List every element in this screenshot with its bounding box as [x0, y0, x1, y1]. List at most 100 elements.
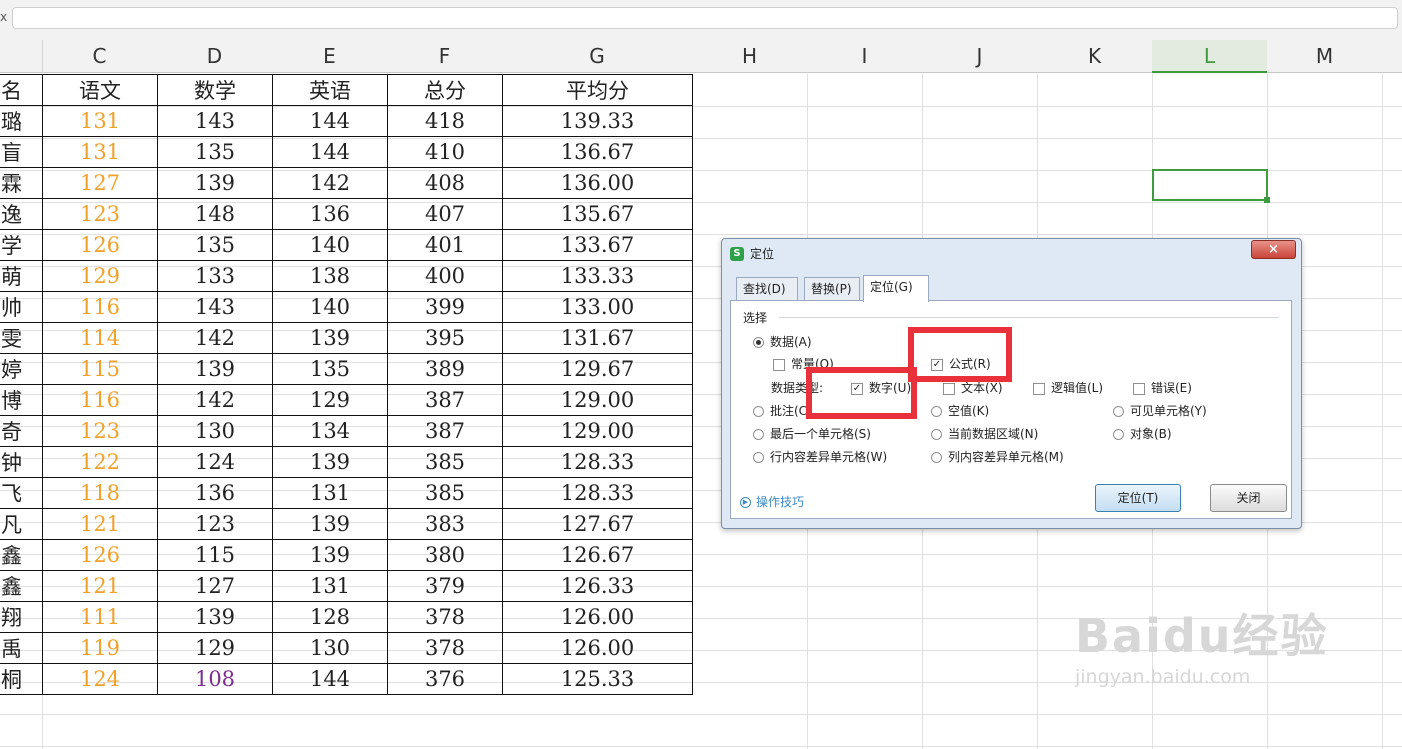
table-cell[interactable]: 139.33: [502, 105, 693, 137]
table-cell[interactable]: 140: [272, 229, 388, 261]
table-cell[interactable]: 131: [272, 477, 388, 509]
table-cell[interactable]: 410: [387, 136, 503, 168]
table-cell[interactable]: 140: [272, 291, 388, 323]
goto-button[interactable]: 定位(T): [1095, 484, 1181, 512]
table-cell[interactable]: 博: [0, 384, 43, 416]
table-cell[interactable]: 111: [42, 601, 158, 633]
table-cell[interactable]: 126: [42, 539, 158, 571]
table-cell[interactable]: 131: [272, 570, 388, 602]
table-cell[interactable]: 122: [42, 446, 158, 478]
table-cell[interactable]: 139: [272, 508, 388, 540]
table-cell[interactable]: 135: [157, 136, 273, 168]
table-cell[interactable]: 116: [42, 384, 158, 416]
close-icon[interactable]: ×: [1251, 240, 1296, 259]
table-cell[interactable]: 133.33: [502, 260, 693, 292]
table-cell[interactable]: 凡: [0, 508, 43, 540]
table-cell[interactable]: 131: [42, 105, 158, 137]
table-cell[interactable]: 144: [272, 105, 388, 137]
table-cell[interactable]: 奇: [0, 415, 43, 447]
table-cell[interactable]: 盲: [0, 136, 43, 168]
table-cell[interactable]: 376: [387, 663, 503, 695]
selected-cell-l4[interactable]: [1152, 169, 1268, 201]
table-cell[interactable]: 379: [387, 570, 503, 602]
table-header-cell[interactable]: 英语: [272, 74, 388, 106]
table-cell[interactable]: 127.67: [502, 508, 693, 540]
tab-goto[interactable]: 定位(G): [863, 275, 929, 302]
column-header-m[interactable]: M: [1267, 40, 1383, 73]
column-header-g[interactable]: G: [502, 40, 693, 73]
table-cell[interactable]: 131: [42, 136, 158, 168]
table-cell[interactable]: 禹: [0, 632, 43, 664]
table-cell[interactable]: 143: [157, 291, 273, 323]
radio-blank[interactable]: 空值(K): [931, 404, 989, 418]
table-cell[interactable]: 115: [157, 539, 273, 571]
radio-data[interactable]: 数据(A): [753, 335, 812, 349]
table-cell[interactable]: 飞: [0, 477, 43, 509]
table-cell[interactable]: 126.33: [502, 570, 693, 602]
table-cell[interactable]: 123: [157, 508, 273, 540]
table-cell[interactable]: 翔: [0, 601, 43, 633]
column-header-c[interactable]: C: [42, 40, 158, 73]
table-cell[interactable]: 霖: [0, 167, 43, 199]
table-cell[interactable]: 144: [272, 663, 388, 695]
table-cell[interactable]: 142: [157, 384, 273, 416]
table-cell[interactable]: 135.67: [502, 198, 693, 230]
table-cell[interactable]: 134: [272, 415, 388, 447]
table-cell[interactable]: 144: [272, 136, 388, 168]
table-cell[interactable]: 136: [157, 477, 273, 509]
table-cell[interactable]: 128: [272, 601, 388, 633]
table-cell[interactable]: 139: [272, 446, 388, 478]
close-button[interactable]: 关闭: [1210, 484, 1287, 512]
table-cell[interactable]: 135: [157, 229, 273, 261]
table-cell[interactable]: 133: [157, 260, 273, 292]
radio-last-cell[interactable]: 最后一个单元格(S): [753, 427, 871, 441]
column-header-j[interactable]: J: [922, 40, 1038, 73]
table-cell[interactable]: 鑫: [0, 539, 43, 571]
table-cell[interactable]: 125.33: [502, 663, 693, 695]
table-cell[interactable]: 418: [387, 105, 503, 137]
table-header-cell[interactable]: 名: [0, 74, 43, 106]
table-cell[interactable]: 124: [157, 446, 273, 478]
table-cell[interactable]: 129: [272, 384, 388, 416]
table-cell[interactable]: 126: [42, 229, 158, 261]
table-cell[interactable]: 129: [157, 632, 273, 664]
column-header-n[interactable]: [1382, 40, 1402, 73]
table-cell[interactable]: 387: [387, 415, 503, 447]
table-cell[interactable]: 399: [387, 291, 503, 323]
table-cell[interactable]: 139: [157, 353, 273, 385]
table-cell[interactable]: 116: [42, 291, 158, 323]
table-cell[interactable]: 387: [387, 384, 503, 416]
table-cell[interactable]: 123: [42, 415, 158, 447]
table-cell[interactable]: 118: [42, 477, 158, 509]
table-cell[interactable]: 逸: [0, 198, 43, 230]
table-cell[interactable]: 115: [42, 353, 158, 385]
table-header-cell[interactable]: 语文: [42, 74, 158, 106]
table-cell[interactable]: 127: [42, 167, 158, 199]
table-cell[interactable]: 139: [157, 601, 273, 633]
column-header-e[interactable]: E: [272, 40, 388, 73]
column-header-b[interactable]: [0, 40, 43, 73]
tab-find[interactable]: 查找(D): [736, 277, 798, 301]
table-cell[interactable]: 136.00: [502, 167, 693, 199]
table-header-cell[interactable]: 数学: [157, 74, 273, 106]
table-cell[interactable]: 380: [387, 539, 503, 571]
table-cell[interactable]: 雯: [0, 322, 43, 354]
table-cell[interactable]: 136.67: [502, 136, 693, 168]
column-header-d[interactable]: D: [157, 40, 273, 73]
table-cell[interactable]: 108: [157, 663, 273, 695]
table-cell[interactable]: 383: [387, 508, 503, 540]
table-cell[interactable]: 378: [387, 632, 503, 664]
table-cell[interactable]: 129.00: [502, 384, 693, 416]
column-header-h[interactable]: H: [692, 40, 808, 73]
table-cell[interactable]: 400: [387, 260, 503, 292]
table-cell[interactable]: 123: [42, 198, 158, 230]
table-cell[interactable]: 鑫: [0, 570, 43, 602]
formula-input[interactable]: [12, 7, 1398, 29]
table-cell[interactable]: 407: [387, 198, 503, 230]
table-cell[interactable]: 378: [387, 601, 503, 633]
table-cell[interactable]: 135: [272, 353, 388, 385]
table-cell[interactable]: 129.67: [502, 353, 693, 385]
column-header-k[interactable]: K: [1037, 40, 1153, 73]
tips-link[interactable]: ▶ 操作技巧: [740, 493, 804, 510]
table-cell[interactable]: 126.00: [502, 632, 693, 664]
